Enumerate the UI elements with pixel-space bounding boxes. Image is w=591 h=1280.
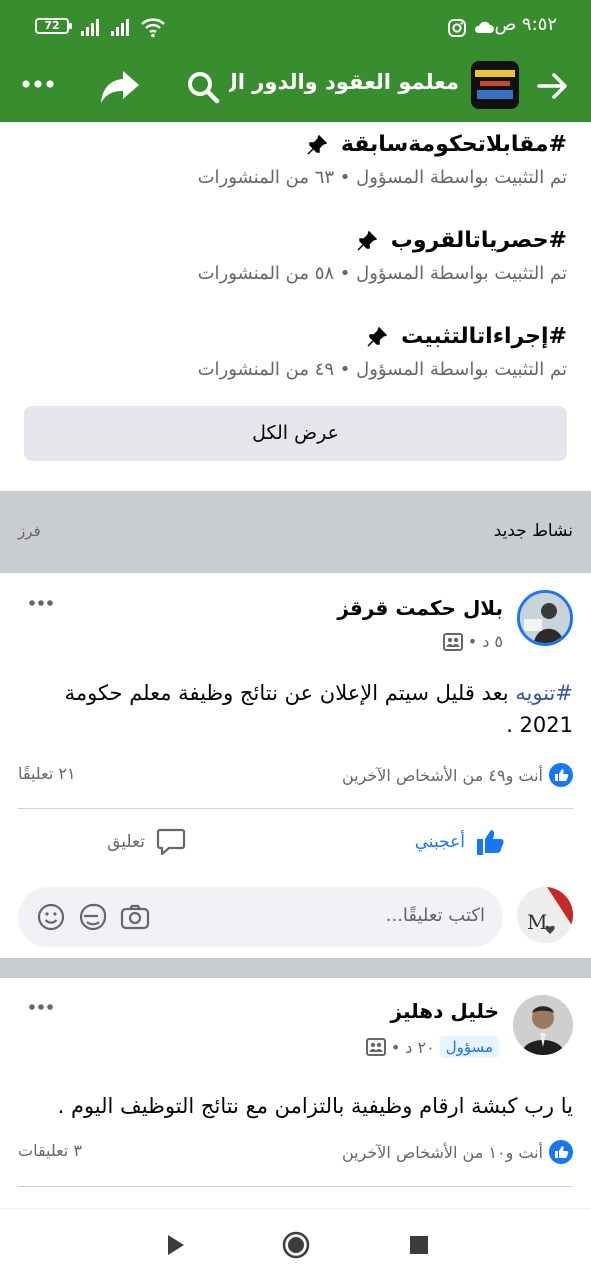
- new-activity-title: نشاط جديد: [493, 521, 573, 541]
- post1-time: ٥ د: [482, 632, 503, 651]
- post1-avatar[interactable]: [517, 590, 573, 646]
- avatar-image: [520, 593, 570, 643]
- camera-icon[interactable]: [120, 902, 150, 932]
- signal-icon-2: [111, 19, 129, 36]
- divider: [18, 1186, 573, 1187]
- post2-reactions-text: أنت و١٠ من الأشخاص الآخرين: [341, 1142, 543, 1162]
- post2-time: ٢٠ د: [405, 1037, 435, 1057]
- divider: [18, 808, 573, 809]
- post1-hashtag[interactable]: #تنويه: [515, 681, 573, 705]
- group-privacy-icon: [365, 1038, 386, 1056]
- pinned-tag-label: #حصرياتالقروب: [390, 228, 567, 253]
- post2-comments-count[interactable]: ٣ تعليقات: [18, 1141, 82, 1160]
- svg-text:M: M: [527, 910, 547, 934]
- comment-button[interactable]: تعليق: [107, 826, 187, 858]
- pinned-hashtag[interactable]: #إجراءاتالتثبيت تم التثبيت بواسطة المسؤو…: [47, 324, 567, 380]
- pinned-tag-label: #مقابلاتحكومةسابقة: [340, 132, 567, 157]
- app-bar: معلمو العقود والدور ال..: [0, 54, 591, 122]
- post2-meta: مسؤول ٢٠ د •: [365, 1036, 499, 1058]
- instagram-icon: [448, 19, 466, 37]
- share-icon[interactable]: [98, 65, 142, 109]
- pin-icon: [357, 230, 378, 251]
- avatar-image: [513, 995, 573, 1055]
- post1-meta: ٥ د •: [442, 632, 503, 651]
- post2-reactions[interactable]: أنت و١٠ من الأشخاص الآخرين: [342, 1140, 573, 1164]
- more-icon[interactable]: [18, 69, 58, 99]
- post2-avatar[interactable]: [513, 995, 573, 1055]
- new-activity-header: نشاط جديد فرز: [0, 491, 591, 573]
- pinned-meta: تم التثبيت بواسطة المسؤول • ٤٩ من المنشو…: [197, 359, 567, 380]
- battery-icon: 72: [35, 18, 72, 34]
- system-nav-bar: [0, 1208, 591, 1280]
- signal-icon: [81, 19, 99, 36]
- home-icon[interactable]: [282, 1231, 310, 1259]
- group-privacy-icon: [442, 632, 463, 651]
- back-play-icon[interactable]: [161, 1231, 189, 1259]
- post1-reactions[interactable]: أنت و٤٩ من الأشخاص الآخرين: [342, 763, 573, 787]
- sort-button[interactable]: فرز: [18, 522, 41, 540]
- comment-placeholder: اكتب تعليقًا...: [385, 905, 485, 926]
- comment-input[interactable]: اكتب تعليقًا...: [18, 887, 503, 947]
- group-logo[interactable]: [471, 61, 519, 109]
- like-reaction-icon: [549, 763, 573, 787]
- wifi-icon: [141, 18, 165, 38]
- emoji-icon[interactable]: [36, 902, 66, 932]
- pinned-meta: تم التثبيت بواسطة المسؤول • ٦٣ من المنشو…: [197, 167, 567, 188]
- post2-more-icon[interactable]: [28, 1002, 54, 1012]
- pin-icon: [307, 134, 328, 155]
- like-reaction-icon: [549, 1140, 573, 1164]
- search-icon[interactable]: [183, 67, 223, 107]
- post1-more-icon[interactable]: [28, 598, 54, 608]
- pinned-hashtag[interactable]: #حصرياتالقروب تم التثبيت بواسطة المسؤول …: [47, 228, 567, 284]
- see-all-button[interactable]: عرض الكل: [24, 406, 567, 461]
- arrow-right-icon[interactable]: [533, 66, 573, 106]
- comment-label: تعليق: [107, 832, 145, 852]
- status-bar: ٩:٥٢ ص 72: [0, 0, 591, 54]
- status-time: ٩:٥٢ ص: [494, 14, 557, 35]
- gif-sticker-icon[interactable]: [78, 902, 108, 932]
- post1-author[interactable]: بلال حكمت قرقز: [337, 596, 503, 620]
- pinned-hashtag[interactable]: #مقابلاتحكومةسابقة تم التثبيت بواسطة الم…: [47, 132, 567, 188]
- admin-badge: مسؤول: [439, 1036, 499, 1058]
- post1-body: بعد قليل سيتم الإعلان عن نتائج وظيفة معل…: [64, 681, 573, 737]
- post2-author[interactable]: خليل دهليز: [391, 999, 499, 1023]
- recents-icon[interactable]: [405, 1231, 433, 1259]
- like-label: أعجبني: [414, 832, 465, 852]
- comment-icon: [156, 828, 186, 856]
- pin-icon: [367, 326, 388, 347]
- post2-text: يا رب كبشة ارقام وظيفية بالتزامن مع نتائ…: [57, 1094, 573, 1118]
- post-separator: [0, 958, 591, 978]
- post1-text: #تنويه بعد قليل سيتم الإعلان عن نتائج وظ…: [17, 677, 573, 741]
- like-button[interactable]: أعجبني: [415, 826, 507, 858]
- group-title[interactable]: معلمو العقود والدور ال..: [229, 70, 459, 94]
- pinned-tag-label: #إجراءاتالتثبيت: [401, 324, 567, 349]
- cloud-icon: [474, 21, 494, 33]
- pinned-meta: تم التثبيت بواسطة المسؤول • ٥٨ من المنشو…: [197, 263, 567, 284]
- thumbs-up-icon: [477, 830, 504, 855]
- current-user-avatar: M: [517, 887, 573, 943]
- avatar-image: M: [517, 887, 573, 943]
- post1-comments-count[interactable]: ٢١ تعليقًا: [18, 764, 76, 783]
- post1-reactions-text: أنت و٤٩ من الأشخاص الآخرين: [341, 765, 543, 785]
